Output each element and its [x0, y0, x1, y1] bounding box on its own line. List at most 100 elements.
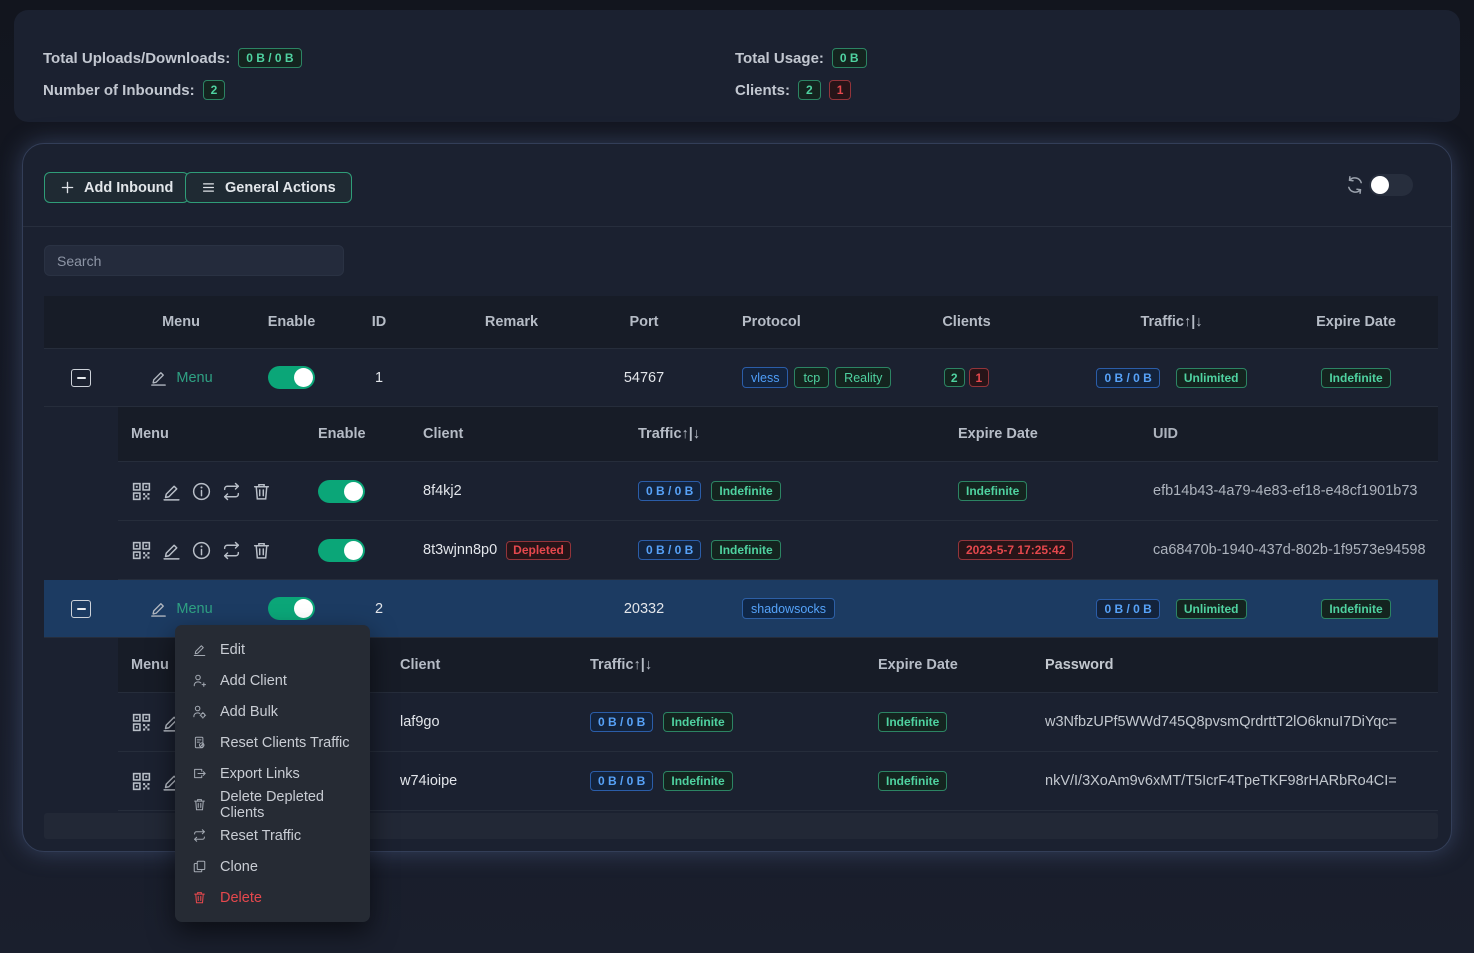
nested-spacer	[44, 407, 118, 580]
reset-traffic-icon[interactable]	[221, 481, 242, 502]
stats-card: Total Uploads/Downloads: 0 B / 0 B Numbe…	[14, 10, 1460, 122]
add-client-icon	[192, 673, 207, 688]
delete-icon[interactable]	[251, 481, 272, 502]
client-uid: ca68470b-1940-437d-802b-1f9573e94598	[1148, 542, 1438, 558]
expire-badge: Indefinite	[878, 712, 947, 732]
menu-item-reset-clients-traffic[interactable]: Reset Clients Traffic	[175, 727, 370, 758]
collapse-row-button[interactable]	[71, 600, 91, 618]
add-inbound-label: Add Inbound	[84, 180, 173, 196]
export-links-icon	[192, 766, 207, 781]
clients-table-1: Menu Enable Client Traffic↑|↓ Expire Dat…	[118, 407, 1438, 580]
traffic-limit-badge: Indefinite	[663, 712, 732, 732]
header-id: ID	[339, 314, 419, 330]
plus-icon	[60, 180, 75, 195]
inbound-enable-toggle[interactable]	[268, 597, 315, 620]
expire-badge: Indefinite	[1321, 599, 1390, 619]
stat-total-usage: Total Usage: 0 B	[735, 48, 867, 68]
client-password: w3NfbzUPf5WWd745Q8pvsmQrdrttT2lO6knuI7Di…	[1035, 714, 1438, 730]
general-actions-button[interactable]: General Actions	[185, 172, 352, 203]
collapse-row-button[interactable]	[71, 369, 91, 387]
clients-table-1-header: Menu Enable Client Traffic↑|↓ Expire Dat…	[118, 407, 1438, 462]
toggle-knob	[294, 599, 313, 618]
clients-depleted-count: 1	[829, 80, 852, 100]
edit-icon[interactable]	[161, 540, 182, 561]
inbound-actions-menu: Edit Add Client Add Bulk Reset Clients T…	[175, 625, 370, 922]
inbound-menu-button[interactable]: Menu	[149, 599, 212, 618]
menu-item-label: Reset Clients Traffic	[220, 735, 349, 751]
header-remark: Remark	[419, 314, 604, 330]
menu-item-label: Add Bulk	[220, 704, 278, 720]
header-protocol: Protocol	[684, 314, 864, 330]
menu-item-delete-depleted-clients[interactable]: Delete Depleted Clients	[175, 789, 370, 820]
client-enable-toggle[interactable]	[318, 539, 365, 562]
header-password: Password	[1035, 657, 1438, 673]
inbounds-count-label: Number of Inbounds:	[43, 82, 195, 99]
header-traffic[interactable]: Traffic↑|↓	[1069, 314, 1274, 330]
menu-item-add-client[interactable]: Add Client	[175, 665, 370, 696]
info-icon[interactable]	[191, 540, 212, 561]
network-tag: tcp	[794, 367, 829, 388]
menu-item-export-links[interactable]: Export Links	[175, 758, 370, 789]
delete-icon	[192, 890, 207, 905]
toggle-knob	[344, 541, 363, 560]
edit-pencil-icon	[149, 368, 168, 387]
toggle-knob	[294, 368, 313, 387]
delete-depleted-clients-icon	[192, 797, 207, 812]
reset-traffic-icon[interactable]	[221, 540, 242, 561]
traffic-limit-badge: Unlimited	[1176, 599, 1247, 619]
clients-active-count: 2	[798, 80, 821, 100]
minus-icon	[77, 377, 86, 379]
traffic-limit-badge: Indefinite	[663, 771, 732, 791]
inbound-menu-button[interactable]: Menu	[149, 368, 212, 387]
qr-code-icon[interactable]	[131, 712, 152, 733]
stat-clients: Clients: 2 1	[735, 80, 851, 100]
header-traffic[interactable]: Traffic↑|↓	[628, 426, 948, 442]
menu-item-edit[interactable]: Edit	[175, 634, 370, 665]
menu-item-add-bulk[interactable]: Add Bulk	[175, 696, 370, 727]
menu-item-reset-traffic[interactable]: Reset Traffic	[175, 820, 370, 851]
qr-code-icon[interactable]	[131, 481, 152, 502]
client-row: 8f4kj2 0 B / 0 B Indefinite Indefinite e…	[118, 462, 1438, 521]
inbound-enable-toggle[interactable]	[268, 366, 315, 389]
header-expire-date: Expire Date	[868, 657, 1035, 673]
header-menu: Menu	[118, 426, 308, 442]
menu-item-label: Clone	[220, 859, 258, 875]
client-enable-toggle[interactable]	[318, 480, 365, 503]
menu-item-delete[interactable]: Delete	[175, 882, 370, 913]
refresh-icon[interactable]	[1345, 175, 1365, 195]
auto-refresh-toggle[interactable]	[1369, 174, 1413, 196]
delete-icon[interactable]	[251, 540, 272, 561]
menu-item-label: Add Client	[220, 673, 287, 689]
add-bulk-icon	[192, 704, 207, 719]
inbound-1-clients-section: Menu Enable Client Traffic↑|↓ Expire Dat…	[44, 407, 1438, 580]
traffic-badge: 0 B / 0 B	[638, 481, 701, 501]
edit-icon[interactable]	[161, 481, 182, 502]
expire-badge: Indefinite	[958, 481, 1027, 501]
traffic-badge: 0 B / 0 B	[638, 540, 701, 560]
qr-code-icon[interactable]	[131, 540, 152, 561]
traffic-badge: 0 B / 0 B	[1096, 599, 1159, 619]
protocol-tag: vless	[742, 367, 788, 388]
inbound-row-1: Menu 1 54767 vless tcp Reality 2 1 0 B /…	[44, 349, 1438, 407]
total-usage-value: 0 B	[832, 48, 867, 68]
add-inbound-button[interactable]: Add Inbound	[44, 172, 189, 203]
search-input[interactable]	[44, 245, 344, 276]
header-traffic[interactable]: Traffic↑|↓	[580, 657, 868, 673]
clients-count-label: Clients:	[735, 82, 790, 99]
total-uploads-value: 0 B / 0 B	[238, 48, 301, 68]
inbounds-table-header: Menu Enable ID Remark Port Protocol Clie…	[44, 296, 1438, 349]
reset-traffic-icon	[192, 828, 207, 843]
header-expire-date: Expire Date	[948, 426, 1148, 442]
menu-item-label: Export Links	[220, 766, 300, 782]
reset-clients-traffic-icon	[192, 735, 207, 750]
expire-badge: Indefinite	[1321, 368, 1390, 388]
qr-code-icon[interactable]	[131, 771, 152, 792]
client-row: 8t3wjnn8p0 Depleted 0 B / 0 B Indefinite…	[118, 521, 1438, 580]
menu-item-label: Delete	[220, 890, 262, 906]
total-usage-label: Total Usage:	[735, 50, 824, 67]
expire-badge: 2023-5-7 17:25:42	[958, 540, 1073, 560]
nested-spacer	[44, 638, 118, 811]
info-icon[interactable]	[191, 481, 212, 502]
menu-item-clone[interactable]: Clone	[175, 851, 370, 882]
header-enable: Enable	[244, 314, 339, 330]
